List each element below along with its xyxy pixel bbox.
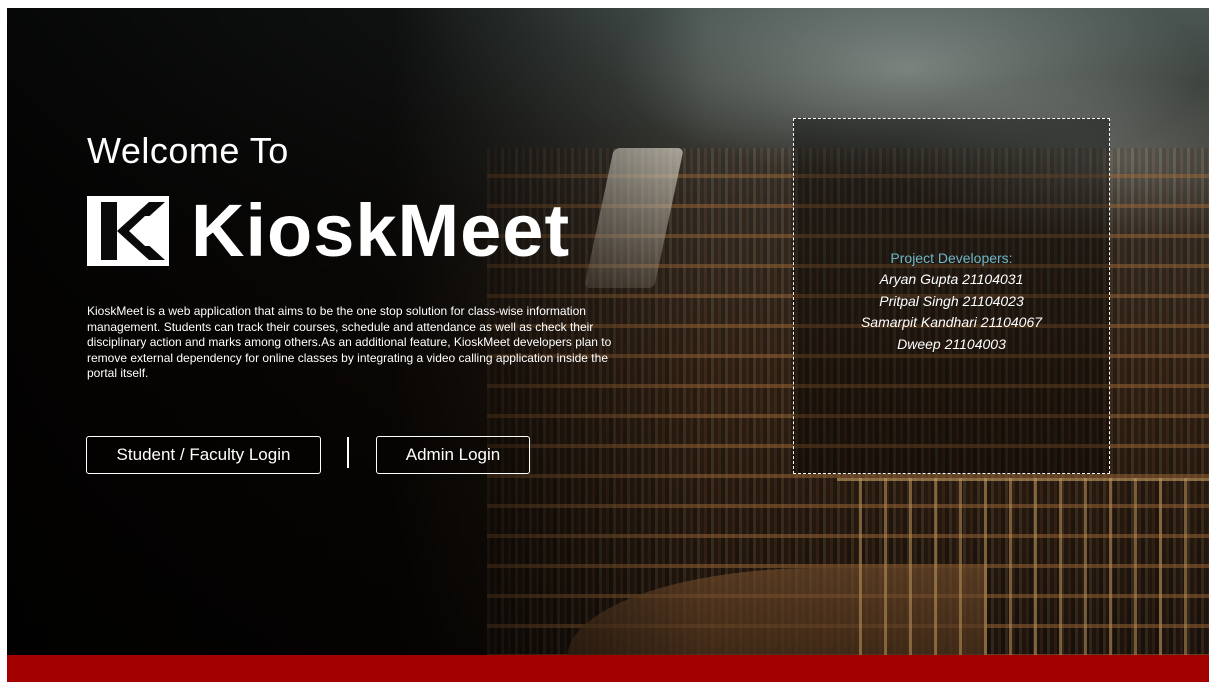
welcome-heading: Welcome To	[87, 130, 289, 171]
developers-title: Project Developers:	[890, 250, 1013, 266]
developer-item: Dweep 21104003	[897, 335, 1006, 352]
developers-list: Project Developers: Aryan Gupta 21104031…	[794, 247, 1109, 355]
brand-name: KioskMeet	[191, 189, 571, 272]
library-railing	[837, 478, 1209, 655]
brand: KioskMeet	[87, 186, 570, 276]
developer-item: Aryan Gupta 21104031	[879, 271, 1024, 287]
developer-item: Samarpit Kandhari 21104067	[860, 314, 1043, 330]
student-faculty-login-button[interactable]: Student / Faculty Login	[86, 436, 321, 474]
button-separator	[347, 437, 349, 468]
app-description: KioskMeet is a web application that aims…	[87, 304, 612, 380]
footer-bar	[7, 655, 1209, 682]
kioskmeet-logo-icon	[87, 196, 169, 266]
developers-panel: Project Developers: Aryan Gupta 21104031…	[793, 118, 1110, 474]
developer-item: Pritpal Singh 21104023	[879, 292, 1024, 309]
hero-background: Welcome To KioskMeet KioskMeet is a web …	[7, 8, 1209, 655]
admin-login-button[interactable]: Admin Login	[376, 436, 530, 474]
page-frame: Welcome To KioskMeet KioskMeet is a web …	[7, 8, 1209, 682]
